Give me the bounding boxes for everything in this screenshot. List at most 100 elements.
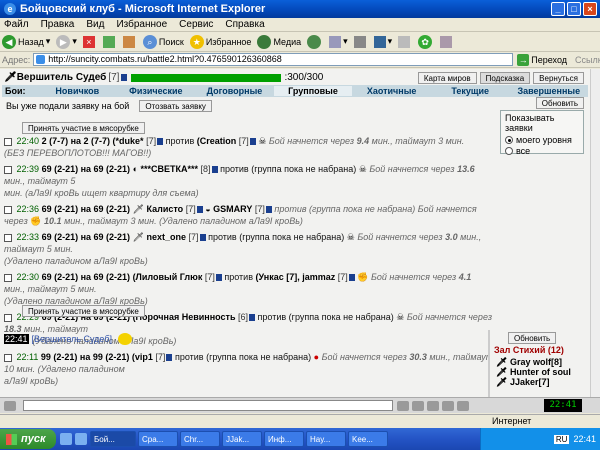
- taskbar-item[interactable]: Сра...: [138, 431, 178, 447]
- reload-button[interactable]: [102, 35, 117, 48]
- player-link[interactable]: (Порочная Невинность: [133, 312, 236, 322]
- edit-button[interactable]: ▾: [373, 35, 392, 48]
- radio-all[interactable]: [505, 147, 513, 155]
- player-link[interactable]: (vip1: [132, 352, 153, 362]
- radio-my-level[interactable]: [505, 136, 513, 144]
- tab-current[interactable]: Текущие: [431, 86, 510, 96]
- clear-icon[interactable]: [412, 400, 424, 411]
- back-button[interactable]: ◀ Назад ▾: [2, 34, 50, 49]
- go-button[interactable]: → Переход: [517, 53, 567, 66]
- address-input[interactable]: http://suncity.combats.ru/battle2.html?0…: [33, 53, 514, 66]
- hint-button[interactable]: Подсказка: [479, 72, 531, 84]
- chat-name[interactable]: [Вершитель Судеб]: [32, 334, 112, 344]
- print-button[interactable]: [353, 35, 368, 48]
- player-link[interactable]: (Creation: [197, 136, 237, 146]
- quicklaunch-icon[interactable]: [75, 433, 87, 445]
- forward-button[interactable]: ▶ ▾: [56, 34, 77, 49]
- player-link[interactable]: (*duke*: [113, 136, 144, 146]
- translit-icon[interactable]: [457, 400, 469, 411]
- menu-view[interactable]: Вид: [86, 19, 104, 30]
- world-map-button[interactable]: Карта миров: [417, 72, 477, 84]
- tab-finished[interactable]: Завершенные: [509, 86, 588, 96]
- start-button[interactable]: пуск: [0, 429, 56, 449]
- withdraw-button[interactable]: Отозвать заявку: [139, 100, 212, 112]
- request-radio[interactable]: [4, 233, 12, 242]
- media-button[interactable]: Медиа: [257, 34, 301, 49]
- join-button-bottom[interactable]: Принять участие в мясорубке: [22, 305, 145, 317]
- refresh-button[interactable]: Обновить: [535, 97, 584, 109]
- clan-icon: 🗡: [132, 204, 144, 214]
- player-list-item[interactable]: 🗡 Hunter of soul: [496, 367, 571, 377]
- taskbar-item[interactable]: Hay...: [306, 431, 346, 447]
- info-icon[interactable]: [211, 166, 218, 174]
- menu-tools[interactable]: Сервис: [179, 19, 213, 30]
- home-button[interactable]: [122, 35, 137, 48]
- request-radio[interactable]: [4, 205, 12, 214]
- messenger-button[interactable]: [440, 35, 454, 48]
- info-icon[interactable]: [196, 206, 203, 214]
- quicklaunch-icon[interactable]: [60, 433, 72, 445]
- player-link[interactable]: next_one: [147, 232, 187, 242]
- favorites-button[interactable]: ★ Избранное: [189, 34, 251, 49]
- taskbar-item[interactable]: Kee...: [348, 431, 388, 447]
- menu-file[interactable]: Файл: [4, 19, 29, 30]
- stop-button[interactable]: ×: [82, 35, 97, 48]
- tab-group[interactable]: Групповые: [273, 86, 353, 96]
- chat-time: 22:41: [4, 334, 29, 344]
- info-icon[interactable]: [265, 206, 272, 214]
- discuss-button[interactable]: [398, 35, 412, 48]
- panel-refresh-button[interactable]: Обновить: [508, 332, 557, 344]
- maximize-button[interactable]: □: [567, 2, 581, 16]
- chat-input[interactable]: [23, 400, 393, 411]
- info-icon[interactable]: [348, 274, 355, 282]
- tab-contract[interactable]: Договорные: [195, 86, 274, 96]
- player-name[interactable]: Вершитель Судеб: [17, 72, 107, 83]
- smiles-icon[interactable]: [442, 400, 454, 411]
- player-link[interactable]: GSMARY: [213, 204, 252, 214]
- menu-favorites[interactable]: Избранное: [116, 19, 167, 30]
- chat-options-icon[interactable]: [4, 400, 16, 411]
- player-list-item[interactable]: 🗡 Gray wolf[8]: [496, 357, 571, 367]
- tab-physical[interactable]: Физические: [117, 86, 196, 96]
- request-radio[interactable]: [4, 353, 12, 362]
- search-button[interactable]: ⌕ Поиск: [142, 34, 184, 49]
- taskbar-item[interactable]: Chr...: [180, 431, 220, 447]
- filter-all[interactable]: все: [505, 146, 579, 156]
- history-button[interactable]: [307, 34, 323, 49]
- taskbar-item[interactable]: Инф...: [264, 431, 304, 447]
- info-icon[interactable]: [215, 274, 222, 282]
- tab-novice[interactable]: Новичков: [38, 86, 117, 96]
- vertical-scrollbar[interactable]: [590, 69, 600, 397]
- player-link[interactable]: (Лиловый Глюк: [133, 272, 203, 282]
- player-link[interactable]: (Ункас [7], jammaz: [256, 272, 336, 282]
- taskbar-item[interactable]: JJak...: [222, 431, 262, 447]
- join-button-top[interactable]: Принять участие в мясорубке: [22, 122, 145, 134]
- info-icon[interactable]: [166, 354, 173, 362]
- request-radio[interactable]: [4, 137, 12, 146]
- info-icon[interactable]: [249, 314, 256, 322]
- mail-button[interactable]: ▾: [329, 35, 348, 48]
- request-radio[interactable]: [4, 313, 12, 322]
- menu-edit[interactable]: Правка: [41, 19, 75, 30]
- icq-button[interactable]: ✿: [418, 34, 434, 49]
- send-icon[interactable]: [397, 400, 409, 411]
- request-radio[interactable]: [4, 165, 12, 174]
- info-icon[interactable]: [199, 234, 206, 242]
- info-icon[interactable]: [249, 138, 256, 146]
- close-button[interactable]: ×: [583, 2, 597, 16]
- tab-chaotic[interactable]: Хаотичные: [352, 86, 431, 96]
- info-icon[interactable]: [121, 74, 128, 81]
- filter-icon[interactable]: [427, 400, 439, 411]
- info-icon[interactable]: [157, 138, 164, 146]
- return-button[interactable]: Вернуться: [533, 72, 584, 84]
- minimize-button[interactable]: _: [551, 2, 565, 16]
- taskbar-item[interactable]: Бой...: [90, 431, 136, 447]
- filter-my-level[interactable]: моего уровня: [505, 135, 579, 145]
- player-link[interactable]: ***СВЕТКА***: [141, 164, 199, 174]
- language-indicator[interactable]: RU: [553, 434, 570, 444]
- request-radio[interactable]: [4, 273, 12, 282]
- menu-help[interactable]: Справка: [225, 19, 264, 30]
- links-button[interactable]: Ссылки: [575, 55, 600, 65]
- player-link[interactable]: Калисто: [147, 204, 184, 214]
- player-list-item[interactable]: 🗡 JJaker[7]: [496, 377, 571, 387]
